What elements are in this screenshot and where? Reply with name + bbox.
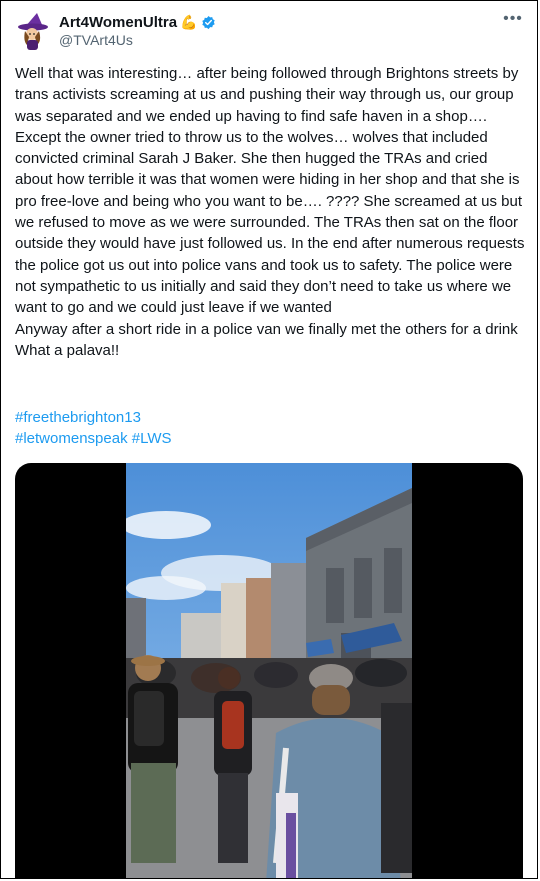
tweet-card: Art4WomenUltra 💪 @TVArt4Us ••• Well that… — [0, 0, 538, 879]
hashtag-letwomenspeak[interactable]: #letwomenspeak — [15, 430, 128, 447]
hashtag-line: #letwomenspeak #LWS — [15, 430, 171, 447]
hashtag-freethebrighton13[interactable]: #freethebrighton13 — [15, 407, 171, 428]
verified-badge-icon[interactable] — [201, 15, 216, 30]
author-handle[interactable]: @TVArt4Us — [59, 32, 133, 48]
avatar[interactable] — [15, 11, 51, 51]
video-media[interactable] — [15, 463, 523, 879]
flexed-biceps-emoji: 💪 — [180, 14, 198, 30]
tweet-header: Art4WomenUltra 💪 @TVArt4Us ••• — [15, 11, 523, 55]
hashtags: #freethebrighton13 #letwomenspeak #LWS — [15, 407, 171, 450]
video-frame[interactable] — [126, 463, 412, 879]
hashtag-lws[interactable]: #LWS — [132, 430, 172, 447]
author-name-row[interactable]: Art4WomenUltra 💪 — [59, 14, 216, 31]
author-name[interactable]: Art4WomenUltra — [59, 14, 177, 31]
more-options-icon[interactable]: ••• — [503, 11, 523, 29]
tweet-text: Well that was interesting… after being f… — [15, 65, 525, 359]
